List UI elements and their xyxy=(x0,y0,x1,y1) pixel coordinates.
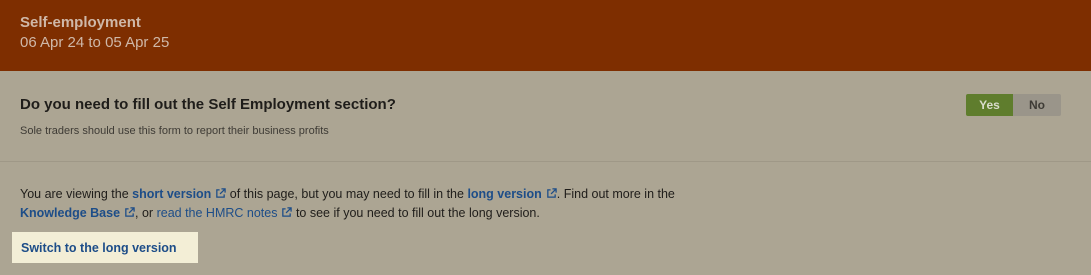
question-hint: Sole traders should use this form to rep… xyxy=(20,125,329,137)
section-header: Self-employment 06 Apr 24 to 05 Apr 25 xyxy=(0,0,1091,71)
external-link-icon xyxy=(546,188,557,198)
tax-year-dates: 06 Apr 24 to 05 Apr 25 xyxy=(20,34,170,51)
version-info-text: You are viewing the short version of thi… xyxy=(20,185,720,223)
info-text-4: , or xyxy=(135,206,157,220)
yes-button[interactable]: Yes xyxy=(966,94,1013,116)
info-text-3: . Find out more in the xyxy=(556,187,675,201)
knowledge-base-label: Knowledge Base xyxy=(20,206,121,220)
info-text-5: to see if you need to fill out the long … xyxy=(292,206,540,220)
long-version-label: long version xyxy=(467,187,542,201)
info-text-2: of this page, but you may need to fill i… xyxy=(226,187,468,201)
long-version-link[interactable]: long version xyxy=(467,187,557,201)
knowledge-base-link[interactable]: Knowledge Base xyxy=(20,206,135,220)
hmrc-notes-link[interactable]: read the HMRC notes xyxy=(157,206,293,220)
info-text-1: You are viewing the xyxy=(20,187,133,201)
question-text: Do you need to fill out the Self Employm… xyxy=(20,96,396,113)
short-version-label: short version xyxy=(132,187,212,201)
section-title: Self-employment xyxy=(20,14,141,31)
self-employment-question: Do you need to fill out the Self Employm… xyxy=(0,71,1091,162)
yes-no-toggle: Yes No xyxy=(966,94,1061,116)
external-link-icon xyxy=(125,207,135,217)
hmrc-notes-label: read the HMRC notes xyxy=(156,206,278,220)
external-link-icon xyxy=(216,188,227,198)
switch-to-long-version-label: Switch to the long version xyxy=(21,240,177,255)
external-link-icon xyxy=(282,207,293,217)
switch-to-long-version-button[interactable]: Switch to the long version xyxy=(12,232,198,263)
short-version-link[interactable]: short version xyxy=(132,187,227,201)
no-button[interactable]: No xyxy=(1013,94,1061,116)
